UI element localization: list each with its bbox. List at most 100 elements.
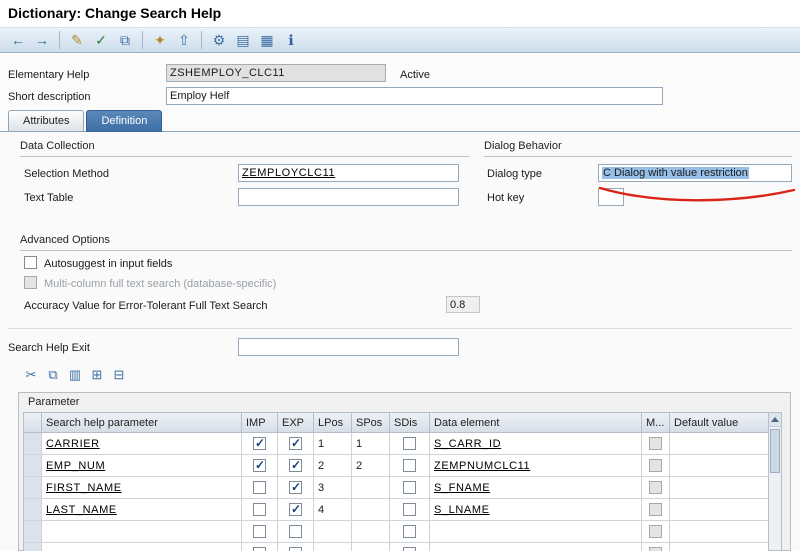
modified-checkbox[interactable] <box>649 459 662 472</box>
parameter-link-cell[interactable]: FIRST_NAME <box>42 477 242 499</box>
default-value-cell[interactable] <box>670 477 769 499</box>
modified-checkbox[interactable] <box>649 437 662 450</box>
modified-checkbox[interactable] <box>649 525 662 538</box>
lpos-cell[interactable]: 3 <box>314 477 352 499</box>
data-element-link-cell[interactable]: ZEMPNUMCLC11 <box>430 455 642 477</box>
exp-checkbox[interactable] <box>289 525 302 538</box>
spos-cell[interactable]: 2 <box>352 455 390 477</box>
short-description-field[interactable]: Employ Helf <box>166 87 663 105</box>
data-element-link[interactable]: S_CARR_ID <box>434 438 501 450</box>
imp-checkbox[interactable] <box>253 503 266 516</box>
lpos-cell[interactable] <box>314 543 352 551</box>
data-element-link[interactable]: S_LNAME <box>434 504 490 516</box>
info-icon[interactable]: ℹ <box>280 30 302 50</box>
default-value-cell[interactable] <box>670 543 769 551</box>
row-selector[interactable] <box>24 521 42 543</box>
sdis-checkbox[interactable] <box>403 459 416 472</box>
parameter-link-cell[interactable]: EMP_NUM <box>42 455 242 477</box>
text-table-field[interactable] <box>238 188 459 206</box>
parameter-link-cell[interactable]: CARRIER <box>42 433 242 455</box>
exp-checkbox[interactable] <box>289 436 302 450</box>
spos-cell[interactable]: 1 <box>352 433 390 455</box>
parameter-link[interactable]: FIRST_NAME <box>46 482 122 494</box>
where-used-icon[interactable]: ▤ <box>232 30 254 50</box>
transport-icon[interactable]: ⇧ <box>173 30 195 50</box>
back-icon[interactable]: ← <box>7 30 29 50</box>
copy-icon[interactable]: ⧉ <box>114 30 136 50</box>
modified-checkbox[interactable] <box>649 503 662 516</box>
row-selector[interactable] <box>24 499 42 521</box>
data-element-link[interactable]: ZEMPNUMCLC11 <box>434 460 530 472</box>
tab-attributes[interactable]: Attributes <box>8 110 85 131</box>
autosuggest-checkbox[interactable] <box>24 256 37 269</box>
default-value-cell[interactable] <box>670 433 769 455</box>
spos-cell[interactable] <box>352 521 390 543</box>
lpos-cell[interactable]: 4 <box>314 499 352 521</box>
tab-definition[interactable]: Definition <box>86 110 163 132</box>
imp-checkbox[interactable] <box>253 481 266 494</box>
sdis-checkbox[interactable] <box>403 437 416 450</box>
search-help-exit-field[interactable] <box>238 338 459 356</box>
table-scrollbar[interactable] <box>768 412 782 551</box>
multi-column-checkbox[interactable] <box>24 276 37 289</box>
scroll-up-button[interactable] <box>769 413 781 427</box>
exp-checkbox[interactable] <box>289 547 302 551</box>
data-element-link-cell[interactable] <box>430 521 642 543</box>
default-value-cell[interactable] <box>670 455 769 477</box>
hot-key-field[interactable] <box>598 188 624 206</box>
parameter-link-cell[interactable] <box>42 543 242 551</box>
cut-icon[interactable]: ✂ <box>21 366 41 384</box>
imp-checkbox[interactable] <box>253 525 266 538</box>
check-icon[interactable]: ✓ <box>90 30 112 50</box>
modified-checkbox[interactable] <box>649 481 662 494</box>
dialog-type-field[interactable]: C Dialog with value restriction <box>598 164 792 182</box>
data-element-link[interactable]: S_FNAME <box>434 482 490 494</box>
row-selector[interactable] <box>24 455 42 477</box>
imp-checkbox[interactable] <box>253 436 266 450</box>
accuracy-value-field[interactable]: 0.8 <box>446 296 480 313</box>
parameter-link[interactable]: CARRIER <box>46 438 100 450</box>
insert-row-icon[interactable]: ⊞ <box>87 366 107 384</box>
activate-icon[interactable]: ✦ <box>149 30 171 50</box>
row-selector[interactable] <box>24 543 42 551</box>
data-element-link-cell[interactable] <box>430 543 642 551</box>
sdis-checkbox[interactable] <box>403 525 416 538</box>
sdis-checkbox[interactable] <box>403 481 416 494</box>
elementary-help-field[interactable]: ZSHEMPLOY_CLC11 <box>166 64 386 82</box>
parameter-link[interactable]: LAST_NAME <box>46 504 117 516</box>
row-selector[interactable] <box>24 433 42 455</box>
spos-cell[interactable] <box>352 499 390 521</box>
paste-icon[interactable]: ▥ <box>65 366 85 384</box>
forward-icon[interactable]: → <box>31 30 53 50</box>
lpos-cell[interactable] <box>314 521 352 543</box>
parameter-link-cell[interactable]: LAST_NAME <box>42 499 242 521</box>
modified-checkbox[interactable] <box>649 547 662 551</box>
exp-checkbox[interactable] <box>289 480 302 494</box>
scrollbar-thumb[interactable] <box>770 429 780 473</box>
parameter-link[interactable]: EMP_NUM <box>46 460 105 472</box>
imp-checkbox[interactable] <box>253 547 266 551</box>
table-icon[interactable]: ▦ <box>256 30 278 50</box>
delete-row-icon[interactable]: ⊟ <box>109 366 129 384</box>
parameter-link-cell[interactable] <box>42 521 242 543</box>
test-icon[interactable]: ⚙ <box>208 30 230 50</box>
copy-icon[interactable]: ⧉ <box>43 366 63 384</box>
spos-cell[interactable] <box>352 477 390 499</box>
exp-checkbox[interactable] <box>289 502 302 516</box>
sdis-checkbox[interactable] <box>403 547 416 551</box>
row-selector[interactable] <box>24 477 42 499</box>
default-value-cell[interactable] <box>670 499 769 521</box>
sdis-checkbox[interactable] <box>403 503 416 516</box>
imp-checkbox[interactable] <box>253 458 266 472</box>
data-element-link-cell[interactable]: S_CARR_ID <box>430 433 642 455</box>
display-change-icon[interactable]: ✎ <box>66 30 88 50</box>
lpos-cell[interactable]: 1 <box>314 433 352 455</box>
data-element-link-cell[interactable]: S_LNAME <box>430 499 642 521</box>
spos-cell[interactable] <box>352 543 390 551</box>
selection-method-field[interactable]: ZEMPLOYCLC11 <box>238 164 459 182</box>
selection-method-link[interactable]: ZEMPLOYCLC11 <box>242 167 335 179</box>
default-value-cell[interactable] <box>670 521 769 543</box>
data-element-link-cell[interactable]: S_FNAME <box>430 477 642 499</box>
lpos-cell[interactable]: 2 <box>314 455 352 477</box>
exp-checkbox[interactable] <box>289 458 302 472</box>
